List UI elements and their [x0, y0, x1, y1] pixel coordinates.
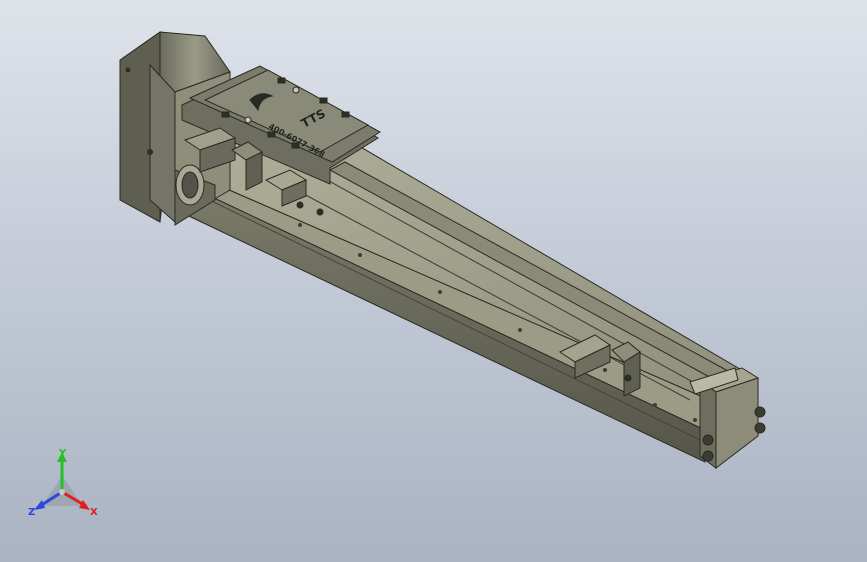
3d-viewport[interactable]: TTS 400-6077-368 Y X Z: [0, 0, 867, 562]
triad-origin: [59, 489, 65, 495]
linear-actuator-model[interactable]: TTS 400-6077-368: [0, 0, 867, 562]
view-orientation-triad[interactable]: Y X Z: [28, 448, 104, 524]
end-cap-bolt-3: [754, 406, 766, 418]
y-axis-label: Y: [58, 448, 67, 459]
x-axis-label: X: [90, 507, 98, 518]
end-cap-bolt-2: [702, 450, 714, 462]
motor-flange: [149, 63, 176, 224]
z-axis-label: Z: [28, 507, 35, 518]
end-cap[interactable]: [689, 367, 766, 470]
end-cap-bolt-4: [754, 422, 766, 434]
end-cap-side: [715, 377, 759, 470]
end-cap-bolt-1: [702, 434, 714, 446]
z-axis-arrow-icon: [34, 500, 45, 510]
